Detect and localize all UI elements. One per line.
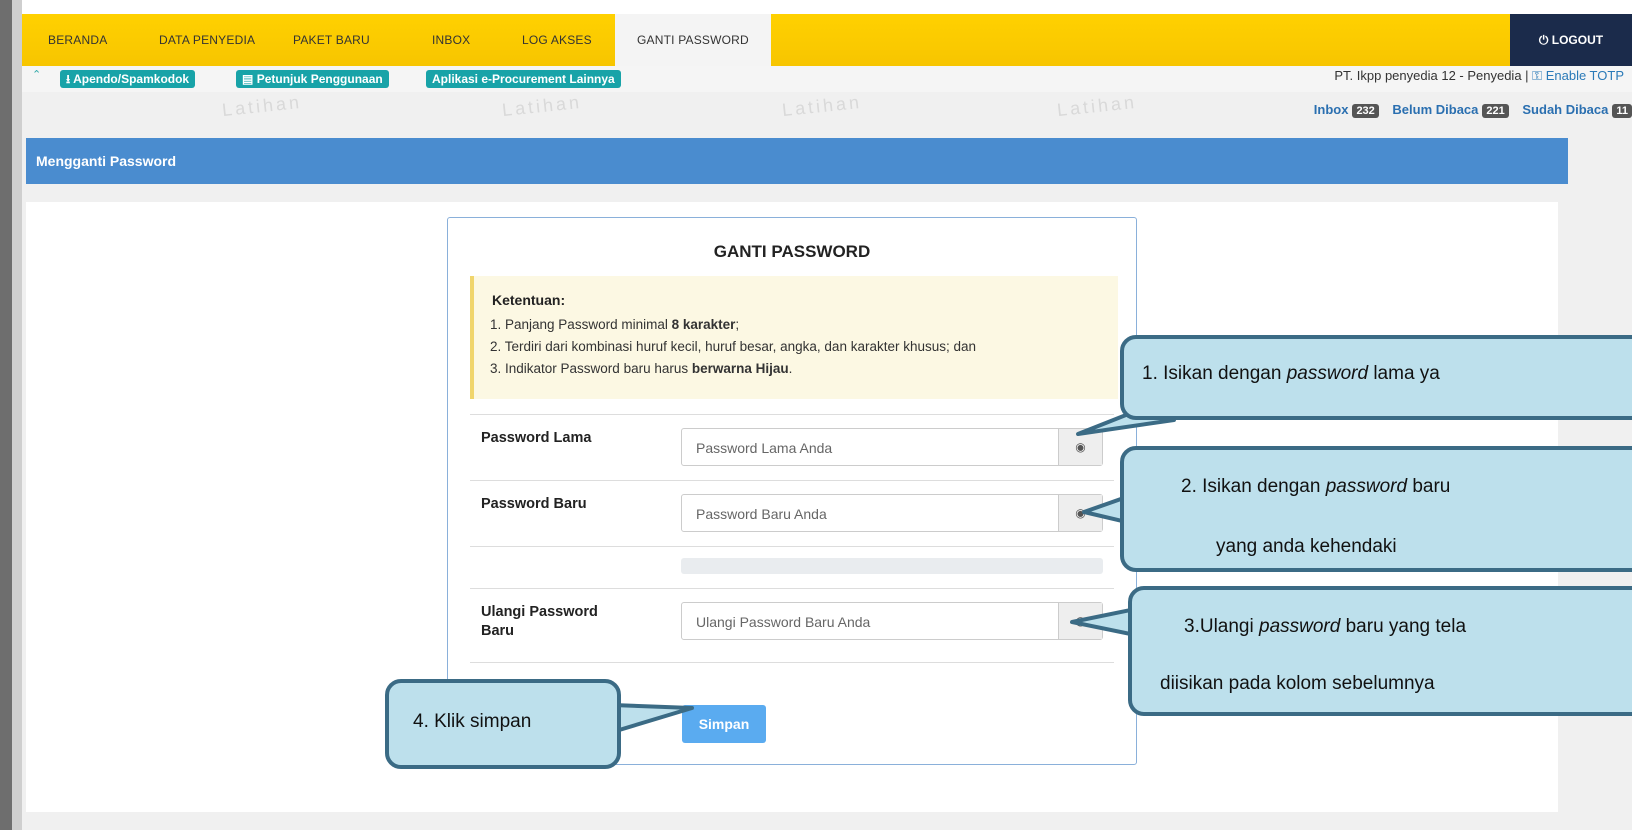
repeat-password-field: ◉ [681,602,1103,641]
callout-1-text: 1. Isikan dengan password lama ya [1142,363,1440,385]
repeat-password-label: Ulangi Password Baru [481,604,598,639]
watermark-text: Latihan [781,91,863,121]
nav-beranda[interactable]: BERANDA [48,14,107,66]
totp-link[interactable]: ⚿ Enable TOTP [1532,68,1624,83]
watermark-text: Latihan [501,91,583,121]
apendo-link[interactable]: ⭳ Apendo/Spamkodok [60,70,196,88]
callout-3: 3.Ulangi password baru yang tela diisika… [1128,586,1632,716]
rule-1: 1. Panjang Password minimal 8 karakter; [490,317,739,332]
logout-button[interactable]: ⏻ LOGOUT [1510,14,1632,66]
rules-title: Ketentuan: [492,292,566,308]
old-password-field: ◉ [681,428,1103,467]
nav-data-penyedia[interactable]: DATA PENYEDIA [159,14,255,66]
callout-2-line1: 2. Isikan dengan password baru [1181,476,1450,498]
callout-2-post: baru [1407,476,1451,497]
totp-label: Enable TOTP [1545,68,1624,83]
password-strength-meter [681,558,1103,574]
petunjuk-link[interactable]: ▤ Petunjuk Penggunaan [236,70,389,88]
unread-count-badge: 221 [1482,104,1509,118]
callout-2-em: password [1325,476,1408,497]
repeat-label-line2: Baru [481,623,515,639]
callout-3-pre: 3.Ulangi [1184,616,1259,637]
top-navbar [22,14,1632,66]
card-title: GANTI PASSWORD [713,242,871,261]
unread-link[interactable]: Belum Dibaca [1392,102,1478,117]
screenshot-frame: BERANDA DATA PENYEDIA PAKET BARU INBOX L… [0,0,1632,830]
callout-3-line2: diisikan pada kolom sebelumnya [1160,673,1435,694]
nav-log-akses[interactable]: LOG AKSES [522,14,592,66]
callout-1-em: password [1286,363,1369,384]
rules-alert: Ketentuan: 1. Panjang Password minimal 8… [470,276,1118,399]
rule-3-text: 3. Indikator Password baru harus [490,361,692,376]
callout-4-text: 4. Klik simpan [413,711,532,732]
inbox-count-badge: 232 [1352,104,1379,118]
power-icon: ⏻ [1538,33,1549,47]
aplikasi-link[interactable]: Aplikasi e-Procurement Lainnya [426,70,621,88]
watermark-text: Latihan [1056,91,1138,121]
callout-2: 2. Isikan dengan password baru yang anda… [1120,446,1632,572]
rule-3-end: . [788,361,793,376]
read-link[interactable]: Sudah Dibaca [1522,102,1608,117]
user-info: PT. Ikpp penyedia 12 - Penyedia | ⚿ Enab… [1334,68,1624,84]
callout-2-pre: 2. Isikan dengan [1181,476,1326,497]
callout-2-line2: yang anda kehendaki [1216,536,1397,557]
divider [470,414,1114,415]
rule-2: 2. Terdiri dari kombinasi huruf kecil, h… [490,339,977,354]
divider [470,588,1114,589]
rule-3: 3. Indikator Password baru harus berwarn… [490,361,792,376]
rule-3-bold: berwarna Hijau [691,361,789,376]
left-frame-border [0,0,22,830]
callout-3-em: password [1259,616,1341,637]
inbox-link[interactable]: Inbox [1314,102,1349,117]
divider [470,546,1114,547]
repeat-label-line1: Ulangi Password [481,604,598,620]
old-password-label: Password Lama [481,430,592,446]
rule-1-bold: 8 karakter [671,317,736,332]
logout-label: LOGOUT [1551,33,1604,47]
user-info-text: PT. Ikpp penyedia 12 - Penyedia | [1334,68,1529,83]
new-password-field: ◉ [681,494,1103,533]
old-password-input[interactable] [682,429,1058,467]
nav-ganti-password[interactable]: GANTI PASSWORD [615,14,771,66]
new-password-label: Password Baru [481,496,587,512]
callout-1-pre: 1. Isikan dengan [1142,363,1287,384]
divider [470,662,1114,663]
book-icon: ▤ [242,72,254,86]
top-strip [22,0,1632,14]
apendo-label: Apendo/Spamkodok [73,72,190,86]
collapse-chevron-icon[interactable]: ⌃ [32,68,41,81]
callout-4: 4. Klik simpan [385,679,621,769]
callout-3-line1: 3.Ulangi password baru yang tela [1184,616,1466,638]
callout-3-post: baru yang tela [1340,616,1467,637]
panel-header: Mengganti Password [26,138,1568,184]
callout-1: 1. Isikan dengan password lama ya [1120,335,1632,420]
aplikasi-label: Aplikasi e-Procurement Lainnya [432,72,615,86]
petunjuk-label: Petunjuk Penggunaan [256,72,383,86]
new-password-input[interactable] [682,495,1058,533]
watermark-text: Latihan [221,91,303,121]
rule-1-end: ; [735,317,740,332]
inbox-counters: Inbox 232 Belum Dibaca 221 Sudah Dibaca 11 [1314,102,1632,118]
repeat-password-input[interactable] [682,603,1058,641]
read-count-badge: 11 [1612,104,1632,118]
nav-inbox[interactable]: INBOX [432,14,470,66]
rule-1-text: 1. Panjang Password minimal [490,317,672,332]
download-icon: ⭳ [66,72,71,86]
key-icon: ⚿ [1532,68,1543,83]
divider [470,480,1114,481]
callout-1-post: lama ya [1368,363,1440,384]
nav-paket-baru[interactable]: PAKET BARU [293,14,370,66]
